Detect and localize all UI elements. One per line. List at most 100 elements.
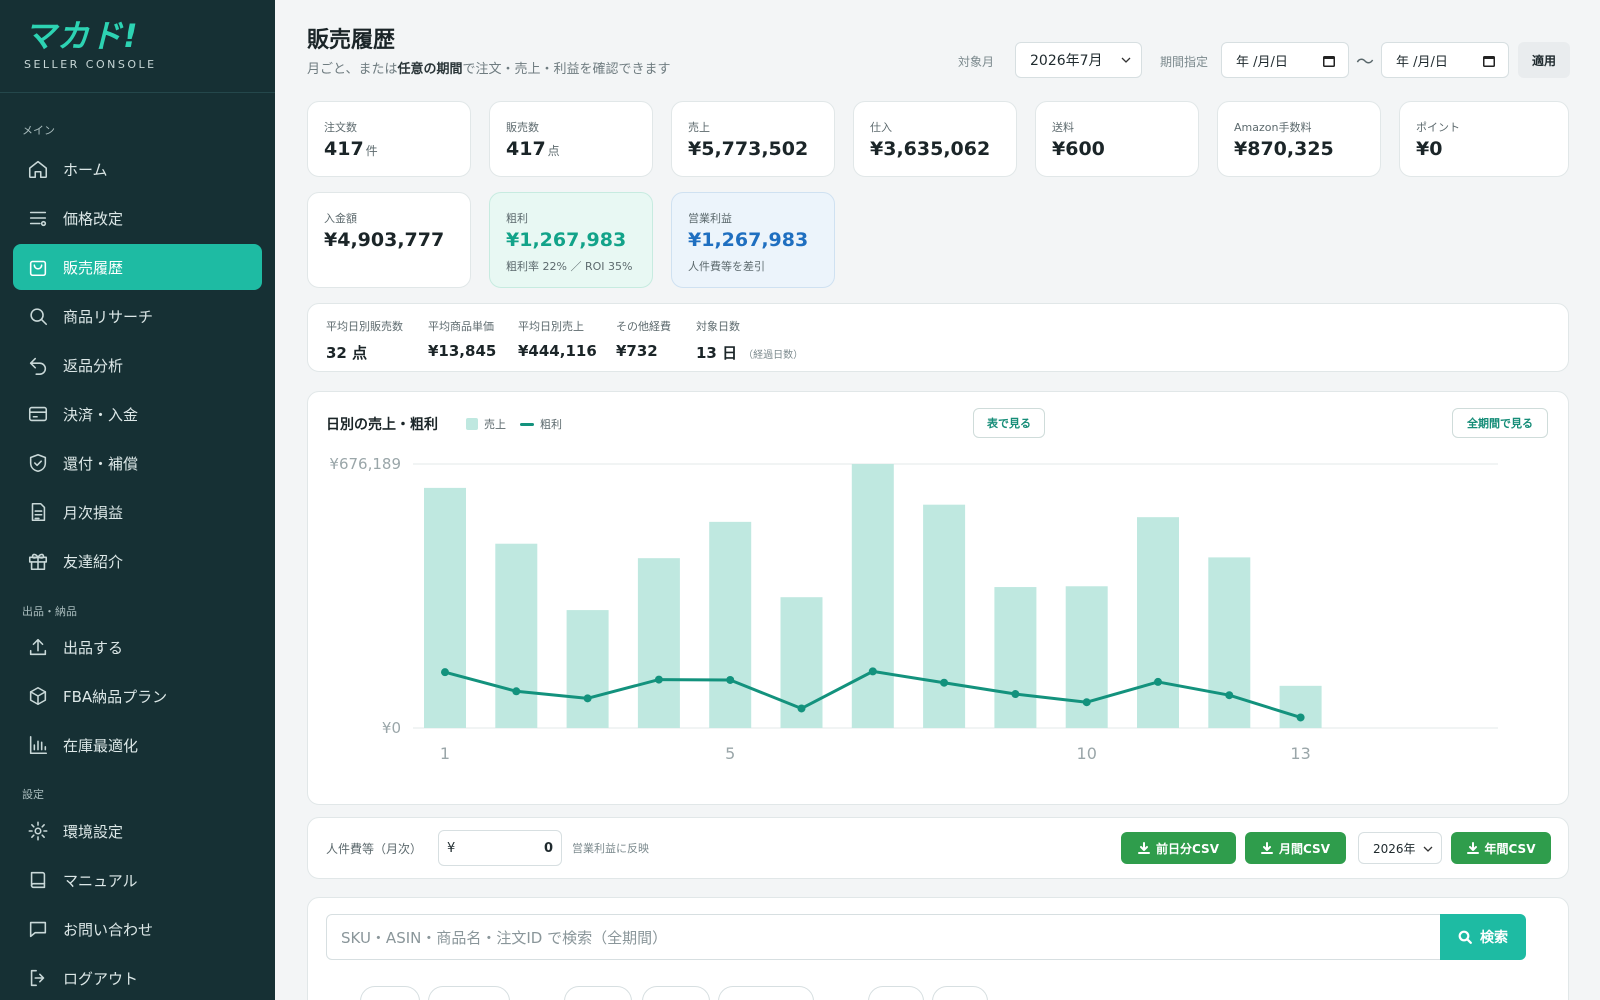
labor-cost-input[interactable]: ¥ 0 xyxy=(438,830,562,866)
stat-value: ¥870,325 xyxy=(1234,138,1334,160)
avg-value: 13 日 （経過日数） xyxy=(696,342,803,363)
button-label: 年間CSV xyxy=(1484,841,1536,856)
chevron-down-icon xyxy=(1121,57,1131,63)
credit-card-icon xyxy=(27,403,49,425)
calendar-icon[interactable] xyxy=(1482,54,1496,68)
sidebar-item-monthly-pl[interactable]: 月次損益 xyxy=(13,489,262,535)
avg-label: 平均日別販売数 xyxy=(326,320,403,333)
sidebar-item-logout[interactable]: ログアウト xyxy=(13,955,262,1000)
labor-cost-value: 0 xyxy=(543,840,553,856)
sidebar-item-manual[interactable]: マニュアル xyxy=(13,857,262,903)
sidebar-item-return-analysis[interactable]: 返品分析 xyxy=(13,342,262,388)
avg-label: 対象日数 xyxy=(696,320,740,333)
month-select[interactable]: 2026年7月 xyxy=(1015,42,1142,78)
filter-chip[interactable] xyxy=(868,986,924,1000)
avg-label: その他経費 xyxy=(616,320,671,333)
y-tick-label: ¥0 xyxy=(382,719,401,737)
profit-point xyxy=(797,704,806,713)
stat-label: 注文数 xyxy=(324,121,357,134)
sales-bar xyxy=(566,610,609,728)
sidebar-item-refund[interactable]: 還付・補償 xyxy=(13,440,262,486)
stat-card-points: ポイント ¥0 xyxy=(1399,101,1569,177)
sidebar-item-label: お問い合わせ xyxy=(63,920,154,939)
search-input[interactable]: SKU・ASIN・商品名・注文ID で検索（全期間） xyxy=(326,914,1441,960)
month-csv-button[interactable]: 月間CSV xyxy=(1245,832,1346,864)
profit-point xyxy=(1296,713,1305,722)
stat-value: 417 点 xyxy=(506,138,560,160)
stat-card-deposit: 入金額 ¥4,903,777 xyxy=(307,192,471,288)
stat-value: 417 件 xyxy=(324,138,378,160)
filter-chip[interactable] xyxy=(642,986,710,1000)
daily-sales-chart: ¥676,189 ¥0 1 5 10 13 xyxy=(329,455,1498,763)
sidebar-item-sales-history[interactable]: 販売履歴 xyxy=(13,244,262,290)
upload-icon xyxy=(27,636,49,658)
sales-bar xyxy=(923,504,966,728)
stat-number: 417 xyxy=(324,138,364,160)
stat-value: ¥4,903,777 xyxy=(324,229,445,251)
chevron-down-icon xyxy=(1423,846,1433,852)
filter-chip[interactable] xyxy=(718,986,814,1000)
profit-point xyxy=(1082,698,1091,707)
profit-point xyxy=(726,675,735,684)
legend-label: 粗利 xyxy=(540,418,562,431)
range-filter-label: 期間指定 xyxy=(1160,55,1209,69)
year-select[interactable]: 2026年 xyxy=(1358,832,1442,864)
filter-chip[interactable] xyxy=(428,986,510,1000)
sidebar: マカド! SELLER CONSOLE メイン 出品・納品 設定 ホーム 価格改… xyxy=(0,0,275,1000)
sidebar-item-label: 決済・入金 xyxy=(63,405,139,424)
sidebar-item-payment[interactable]: 決済・入金 xyxy=(13,391,262,437)
sidebar-item-label: 出品する xyxy=(63,638,124,657)
sidebar-item-label: 在庫最適化 xyxy=(63,736,139,755)
brand-subtitle: SELLER CONSOLE xyxy=(24,58,157,71)
sidebar-item-referral[interactable]: 友達紹介 xyxy=(13,538,262,584)
sidebar-item-product-research[interactable]: 商品リサーチ xyxy=(13,293,262,339)
sales-bar xyxy=(1279,685,1322,728)
sidebar-item-settings[interactable]: 環境設定 xyxy=(13,808,262,854)
sidebar-item-label: ログアウト xyxy=(63,969,139,988)
view-table-button[interactable]: 表で見る xyxy=(973,408,1045,438)
stat-value: ¥1,267,983 xyxy=(506,229,627,251)
sidebar-item-home[interactable]: ホーム xyxy=(13,146,262,192)
date-from-input[interactable]: 年 /月/日 xyxy=(1221,42,1349,78)
avg-daily-sales: 平均日別売上 ¥444,116 xyxy=(518,318,597,360)
stat-label: 営業利益 xyxy=(688,212,732,225)
filter-chip[interactable] xyxy=(360,986,420,1000)
sidebar-item-list-product[interactable]: 出品する xyxy=(13,624,262,670)
avg-value: ¥444,116 xyxy=(518,342,597,360)
stat-unit: 件 xyxy=(365,144,378,158)
search-icon xyxy=(27,305,49,327)
legend-sales: 売上 xyxy=(466,416,506,432)
sidebar-item-contact[interactable]: お問い合わせ xyxy=(13,906,262,952)
stat-card-amazon-fee: Amazon手数料 ¥870,325 xyxy=(1217,101,1381,177)
x-tick-label: 5 xyxy=(725,744,735,763)
sidebar-item-label: 価格改定 xyxy=(63,209,124,228)
sales-bar xyxy=(1065,586,1108,728)
date-to-input[interactable]: 年 /月/日 xyxy=(1381,42,1509,78)
nav-section-main: メイン xyxy=(22,124,55,137)
stat-label: 販売数 xyxy=(506,121,539,134)
prev-day-csv-button[interactable]: 前日分CSV xyxy=(1121,832,1236,864)
sidebar-item-inventory[interactable]: 在庫最適化 xyxy=(13,722,262,768)
document-icon xyxy=(27,501,49,523)
sidebar-item-fba-plan[interactable]: FBA納品プラン xyxy=(13,673,262,719)
subtitle-text: で注文・売上・利益を確認できます xyxy=(462,62,671,77)
stat-number: 417 xyxy=(506,138,546,160)
shield-check-icon xyxy=(27,452,49,474)
month-filter-label: 対象月 xyxy=(958,55,995,69)
avg-target-days: 対象日数 13 日 （経過日数） xyxy=(696,318,803,363)
gift-icon xyxy=(27,550,49,572)
brand-logo[interactable]: マカド! xyxy=(24,18,275,54)
filter-chip[interactable] xyxy=(564,986,632,1000)
sidebar-item-price-revision[interactable]: 価格改定 xyxy=(13,195,262,241)
stat-label: 入金額 xyxy=(324,212,357,225)
view-all-period-button[interactable]: 全期間で見る xyxy=(1452,408,1548,438)
stat-card-gross-profit: 粗利 ¥1,267,983 粗利率 22% ／ ROI 35% xyxy=(489,192,653,288)
year-csv-button[interactable]: 年間CSV xyxy=(1451,832,1551,864)
search-button[interactable]: 検索 xyxy=(1440,914,1526,960)
profit-point xyxy=(583,694,592,703)
averages-card: 平均日別販売数 32 点 平均商品単価 ¥13,845 平均日別売上 ¥444,… xyxy=(307,303,1569,372)
return-arrow-icon xyxy=(27,354,49,376)
filter-chip[interactable] xyxy=(932,986,988,1000)
calendar-icon[interactable] xyxy=(1322,54,1336,68)
apply-button[interactable]: 適用 xyxy=(1518,42,1570,78)
